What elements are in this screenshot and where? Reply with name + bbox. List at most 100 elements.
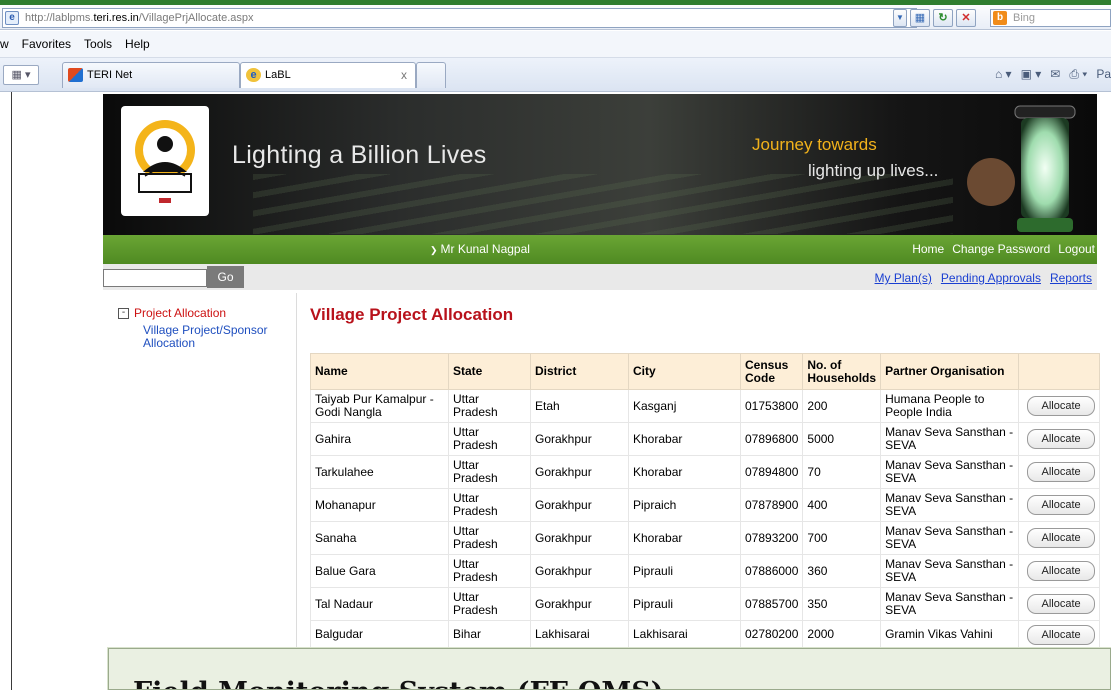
teri-net-icon — [68, 68, 83, 82]
col-census-code[interactable]: Census Code — [739, 353, 804, 390]
col-city[interactable]: City — [628, 353, 741, 390]
cell-households: 70 — [802, 455, 882, 489]
cell-households: 700 — [802, 521, 882, 555]
allocate-button[interactable]: Allocate — [1027, 561, 1096, 581]
table-row: Gahira Uttar Pradesh Gorakhpur Khorabar 0789… — [310, 422, 1101, 456]
home-link[interactable]: Home — [912, 242, 944, 256]
allocate-button[interactable]: Allocate — [1027, 528, 1096, 548]
reports-link[interactable]: Reports — [1050, 271, 1092, 285]
col-households[interactable]: No. of Households — [802, 353, 882, 390]
cell-name: Mohanapur — [310, 488, 449, 522]
col-name[interactable]: Name — [310, 353, 449, 390]
cell-households: 5000 — [802, 422, 882, 456]
table-header-row: Name State District City Census Code No.… — [310, 353, 1101, 390]
allocate-button[interactable]: Allocate — [1027, 624, 1096, 645]
cell-households: 400 — [802, 488, 882, 522]
user-name: Mr Kunal Nagpal — [440, 242, 530, 256]
chevron-right-icon: ❯ — [430, 245, 438, 255]
cell-city: Khorabar — [628, 521, 741, 555]
allocate-button[interactable]: Allocate — [1027, 594, 1096, 614]
url-field[interactable]: e http://lablpms.teri.res.in/VillagePrjA… — [2, 8, 917, 28]
print-icon[interactable]: ⎙ ▾ — [1069, 67, 1087, 82]
cell-partner: Manav Seva Sansthan - SEVA — [880, 488, 1020, 522]
go-button[interactable]: Go — [207, 266, 244, 288]
url-dropdown-icon[interactable]: ▼ — [893, 9, 907, 27]
pending-approvals-link[interactable]: Pending Approvals — [941, 271, 1041, 285]
change-password-link[interactable]: Change Password — [952, 242, 1050, 256]
ie-tab-icon: e — [246, 68, 261, 82]
cell-city: Piprauli — [628, 587, 741, 621]
menu-bar: w Favorites Tools Help — [0, 31, 1111, 58]
tab-teri-net[interactable]: TERI Net — [62, 62, 240, 88]
collapse-icon[interactable]: - — [118, 308, 129, 319]
allocate-button[interactable]: Allocate — [1027, 396, 1096, 416]
close-tab-icon[interactable]: x — [401, 63, 407, 87]
stop-icon[interactable]: ✕ — [956, 9, 976, 27]
cell-census-code: 02780200 — [739, 620, 804, 649]
allocate-button[interactable]: Allocate — [1027, 495, 1096, 515]
url-domain: teri.res.in — [93, 12, 139, 24]
nav-village-sponsor-allocation[interactable]: Village Project/Sponsor Allocation — [143, 324, 293, 350]
tagline-line2: lighting up lives... — [808, 161, 939, 180]
cell-census-code: 07878900 — [739, 488, 804, 522]
menu-view[interactable]: w — [0, 37, 9, 51]
col-district[interactable]: District — [530, 353, 629, 390]
cell-action: Allocate — [1018, 521, 1101, 555]
table-row: Tarkulahee Uttar Pradesh Gorakhpur Khorabar… — [310, 455, 1101, 489]
table-row: Tal Nadaur Uttar Pradesh Gorakhpur Piprauli… — [310, 587, 1101, 621]
col-state[interactable]: State — [448, 353, 531, 390]
menu-tools[interactable]: Tools — [84, 37, 112, 51]
cell-partner: Humana People to People India — [880, 389, 1020, 423]
site-banner: Lighting a Billion Lives Journey towards… — [103, 94, 1097, 235]
allocate-button[interactable]: Allocate — [1027, 462, 1096, 482]
quick-tabs-button[interactable]: ▦ ▾ — [3, 65, 39, 85]
feeds-icon[interactable]: ▣ ▾ — [1021, 67, 1042, 82]
nav-project-allocation[interactable]: Project Allocation — [134, 306, 226, 320]
search-field[interactable]: b Bing — [990, 9, 1111, 27]
cell-name: Tarkulahee — [310, 455, 449, 489]
nav-divider — [296, 293, 297, 690]
col-partner[interactable]: Partner Organisation — [880, 353, 1020, 390]
home-icon[interactable]: ⌂ ▾ — [995, 67, 1012, 82]
ie-page-icon: e — [5, 11, 19, 25]
cell-city: Khorabar — [628, 422, 741, 456]
cell-action: Allocate — [1018, 422, 1101, 456]
cell-action: Allocate — [1018, 554, 1101, 588]
cell-action: Allocate — [1018, 389, 1101, 423]
banner-title: Lighting a Billion Lives — [232, 141, 487, 169]
cell-name: Balue Gara — [310, 554, 449, 588]
cell-state: Uttar Pradesh — [448, 587, 531, 621]
cell-state: Uttar Pradesh — [448, 389, 531, 423]
refresh-icon[interactable]: ↻ — [933, 9, 953, 27]
cell-city: Lakhisarai — [628, 620, 741, 649]
window-edge — [0, 0, 1111, 5]
cell-state: Uttar Pradesh — [448, 554, 531, 588]
menu-favorites[interactable]: Favorites — [22, 37, 71, 51]
compatibility-view-icon[interactable]: ▦ — [910, 9, 930, 27]
tab-bar: ▦ ▾ TERI Net e LaBL x ⌂ ▾ ▣ ▾ ✉ ⎙ ▾ Pa — [0, 58, 1111, 92]
top-nav: Home Change Password Logout — [912, 242, 1095, 256]
cell-name: Taiyab Pur Kamalpur - Godi Nangla — [310, 389, 449, 423]
cell-census-code: 07885700 — [739, 587, 804, 621]
page-menu-label[interactable]: Pa — [1096, 67, 1111, 82]
tab-labl[interactable]: e LaBL x — [240, 62, 416, 88]
user-bar: ❯ Mr Kunal Nagpal Home Change Password Lo… — [103, 235, 1097, 264]
read-mail-icon[interactable]: ✉ — [1050, 67, 1060, 82]
tab-label: TERI Net — [87, 69, 133, 81]
site-search-input[interactable] — [103, 269, 207, 287]
current-user: ❯ Mr Kunal Nagpal — [430, 242, 530, 256]
menu-help[interactable]: Help — [125, 37, 150, 51]
cell-census-code: 01753800 — [739, 389, 804, 423]
search-placeholder: Bing — [1013, 12, 1036, 24]
allocate-button[interactable]: Allocate — [1027, 429, 1096, 449]
cell-partner: Manav Seva Sansthan - SEVA — [880, 521, 1020, 555]
my-plans-link[interactable]: My Plan(s) — [875, 271, 932, 285]
cell-census-code: 07896800 — [739, 422, 804, 456]
cell-district: Gorakhpur — [530, 422, 629, 456]
logout-link[interactable]: Logout — [1058, 242, 1095, 256]
cell-district: Gorakhpur — [530, 455, 629, 489]
cell-name: Tal Nadaur — [310, 587, 449, 621]
overlay-card: Field Monitoring System (FF-OMS) — [108, 648, 1111, 690]
cell-households: 2000 — [802, 620, 882, 649]
new-tab-button[interactable] — [416, 62, 446, 88]
